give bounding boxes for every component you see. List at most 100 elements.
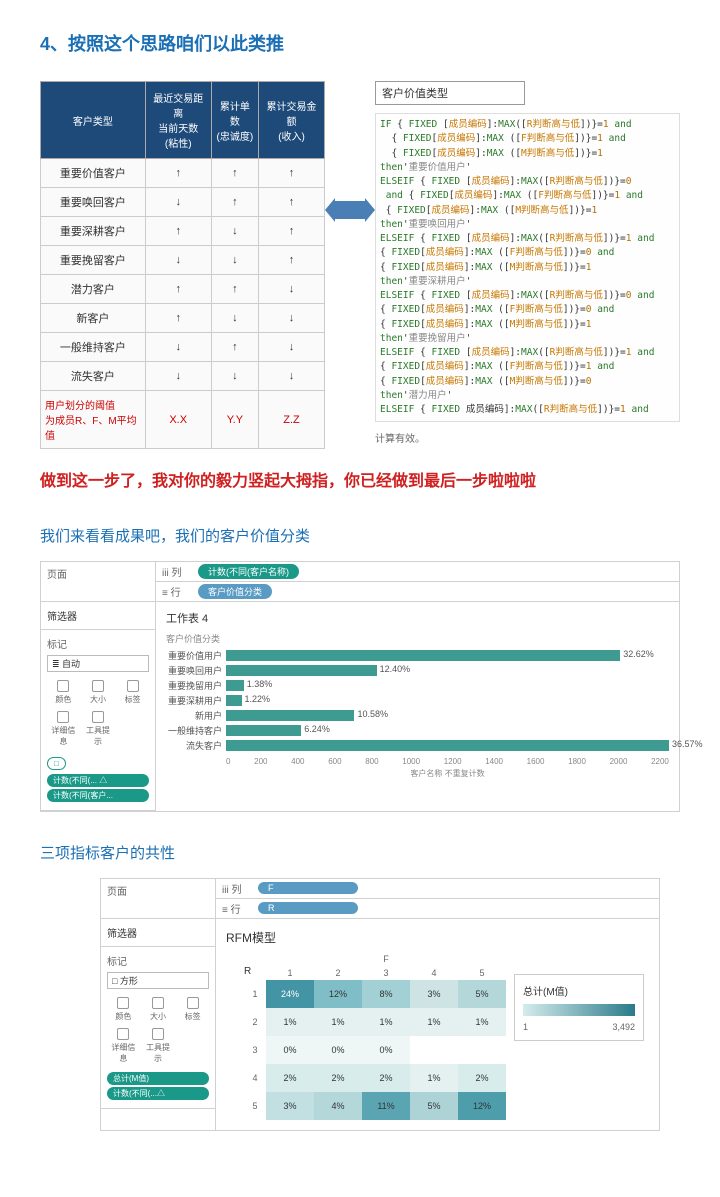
- table-cell: ↑: [211, 159, 258, 188]
- marks-select[interactable]: ≣ 自动: [47, 655, 149, 672]
- mark-option[interactable]: 标签: [176, 995, 209, 1024]
- columns-pill-2[interactable]: F: [258, 882, 358, 894]
- table-cell: ↓: [259, 333, 325, 362]
- mark-option[interactable]: 工具提示: [82, 709, 115, 749]
- table-cell: ↓: [211, 304, 258, 333]
- mark-option[interactable]: 详细信息: [47, 709, 80, 749]
- table-cell: ↓: [145, 333, 211, 362]
- table-header: 客户类型: [41, 82, 146, 159]
- mark-option[interactable]: 颜色: [47, 678, 80, 707]
- heat-cell[interactable]: 2%: [458, 1064, 506, 1092]
- marks-select-2[interactable]: □ 方形: [107, 972, 209, 989]
- table-cell: ↑: [211, 275, 258, 304]
- rows-pill[interactable]: 客户价值分类: [198, 584, 272, 599]
- table-cell: ↑: [145, 304, 211, 333]
- pages-shelf: 页面: [41, 562, 156, 601]
- heat-cell[interactable]: 24%: [266, 980, 314, 1008]
- table-cell: 流失客户: [41, 362, 146, 391]
- table-cell: ↑: [145, 159, 211, 188]
- heat-row-header: 2: [244, 1008, 266, 1036]
- rows-label: ≡ 行: [162, 584, 192, 599]
- double-arrow-icon: [335, 201, 365, 219]
- heat-cell[interactable]: 1%: [362, 1008, 410, 1036]
- mark-pill-3[interactable]: 计数(不同(客户...: [47, 789, 149, 802]
- heat-cell[interactable]: 12%: [314, 980, 362, 1008]
- marks-label: 标记: [47, 636, 149, 651]
- mark-pill-4[interactable]: 总计(M值): [107, 1072, 209, 1085]
- calc-field-name[interactable]: 客户价值类型: [375, 81, 525, 105]
- heat-cell[interactable]: [410, 1036, 458, 1064]
- table-cell: 重要深耕客户: [41, 217, 146, 246]
- heat-cell[interactable]: 1%: [410, 1008, 458, 1036]
- table-cell: ↑: [211, 333, 258, 362]
- rows-pill-2[interactable]: R: [258, 902, 358, 914]
- heat-cell[interactable]: 4%: [314, 1092, 362, 1120]
- heat-cell[interactable]: 12%: [458, 1092, 506, 1120]
- x-axis-label: 客户名称 不重复计数: [226, 768, 669, 779]
- heat-cell[interactable]: 3%: [410, 980, 458, 1008]
- table-cell: ↓: [259, 304, 325, 333]
- table-header: 累计交易金额(收入): [259, 82, 325, 159]
- heat-cell[interactable]: 2%: [314, 1064, 362, 1092]
- heat-cell[interactable]: 8%: [362, 980, 410, 1008]
- table-cell: ↓: [211, 362, 258, 391]
- tableau-panel-2: 页面 iii 列F ≡ 行R 筛选器 标记 □ 方形 颜色大小标签详细信息工具提…: [100, 878, 660, 1131]
- mark-pill-1[interactable]: □: [47, 757, 66, 770]
- table-cell: 重要价值客户: [41, 159, 146, 188]
- mark-option[interactable]: 工具提示: [142, 1026, 175, 1066]
- filters-shelf-2: 筛选器: [101, 919, 215, 947]
- columns-pill[interactable]: 计数(不同(客户名称): [198, 564, 299, 579]
- sheet-title: 工作表 4: [166, 610, 669, 626]
- tableau-panel-1: 页面 iii 列计数(不同(客户名称) ≡ 行客户价值分类 筛选器 标记 ≣ 自…: [40, 561, 680, 812]
- praise-text: 做到这一步了，我对你的毅力竖起大拇指，你已经做到最后一步啦啦啦: [40, 469, 680, 495]
- marks-label-2: 标记: [107, 953, 209, 968]
- table-cell: 重要挽留客户: [41, 246, 146, 275]
- legend-gradient: [523, 1004, 635, 1016]
- heat-cell[interactable]: 3%: [266, 1092, 314, 1120]
- table-footer-cell: Y.Y: [211, 391, 258, 449]
- heat-cell[interactable]: 0%: [266, 1036, 314, 1064]
- table-cell: ↑: [259, 217, 325, 246]
- heat-cell[interactable]: 5%: [458, 980, 506, 1008]
- heat-row-header: 5: [244, 1092, 266, 1120]
- mark-pill-5[interactable]: 计数(不同(...△: [107, 1087, 209, 1100]
- bar-row: 重要挽留用户1.38%: [166, 679, 669, 693]
- bar-row: 重要唤回用户12.40%: [166, 664, 669, 678]
- heat-cell[interactable]: 1%: [266, 1008, 314, 1036]
- bar-row: 流失客户36.57%: [166, 739, 669, 753]
- section2-heading: 我们来看看成果吧，我们的客户价值分类: [40, 525, 680, 546]
- rows-label-2: ≡ 行: [222, 901, 252, 916]
- legend-min: 1: [523, 1022, 528, 1032]
- mark-option[interactable]: 颜色: [107, 995, 140, 1024]
- mark-pill-2[interactable]: 计数(不同(... △: [47, 774, 149, 787]
- r-axis-label: R: [244, 966, 266, 980]
- bar-row: 重要价值用户32.62%: [166, 649, 669, 663]
- bar-row: 一般维持客户6.24%: [166, 724, 669, 738]
- heat-cell[interactable]: 0%: [314, 1036, 362, 1064]
- heat-row-header: 1: [244, 980, 266, 1008]
- table-cell: ↑: [259, 159, 325, 188]
- legend-title: 总计(M值): [523, 983, 635, 998]
- heat-cell[interactable]: [458, 1036, 506, 1064]
- mark-option[interactable]: 标签: [116, 678, 149, 707]
- table-cell: 潜力客户: [41, 275, 146, 304]
- heat-cell[interactable]: 1%: [458, 1008, 506, 1036]
- heat-cell[interactable]: 1%: [314, 1008, 362, 1036]
- calc-code[interactable]: IF { FIXED [成员编码]:MAX([R判断高与低])}=1 and {…: [375, 113, 680, 422]
- heat-cell[interactable]: 11%: [362, 1092, 410, 1120]
- heat-cell[interactable]: 0%: [362, 1036, 410, 1064]
- mark-option[interactable]: 详细信息: [107, 1026, 140, 1066]
- heat-cell[interactable]: 5%: [410, 1092, 458, 1120]
- section3-heading: 三项指标客户的共性: [40, 842, 680, 863]
- heat-cell[interactable]: 2%: [266, 1064, 314, 1092]
- table-cell: ↓: [211, 217, 258, 246]
- columns-label-2: iii 列: [222, 881, 252, 896]
- mark-option[interactable]: 大小: [142, 995, 175, 1024]
- mark-option[interactable]: 大小: [82, 678, 115, 707]
- table-cell: ↑: [145, 217, 211, 246]
- table-cell: ↑: [259, 188, 325, 217]
- heat-cell[interactable]: 1%: [410, 1064, 458, 1092]
- table-footer-cell: 用户划分的阈值为成员R、F、M平均值: [41, 391, 146, 449]
- color-legend[interactable]: 总计(M值) 13,492: [514, 974, 644, 1041]
- heat-cell[interactable]: 2%: [362, 1064, 410, 1092]
